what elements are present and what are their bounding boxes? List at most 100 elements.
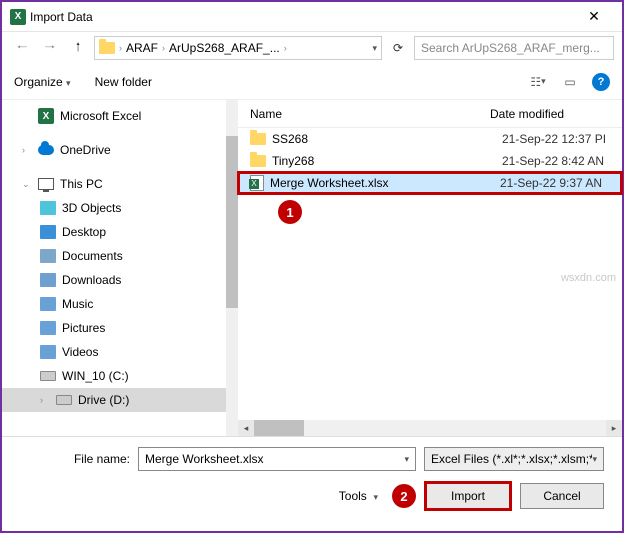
column-name[interactable]: Name	[250, 107, 490, 121]
column-date[interactable]: Date modified	[490, 107, 622, 121]
onedrive-icon	[38, 145, 54, 155]
folder-icon	[250, 133, 266, 145]
sidebar-item-pictures[interactable]: Pictures	[2, 316, 237, 340]
filename-value: Merge Worksheet.xlsx	[145, 452, 263, 466]
chevron-down-icon: ▾	[66, 78, 71, 88]
refresh-button[interactable]: ⟳	[386, 36, 410, 60]
dialog-footer: File name: Merge Worksheet.xlsx ▾ Excel …	[2, 436, 622, 526]
sidebar-item-3dobjects[interactable]: 3D Objects	[2, 196, 237, 220]
breadcrumb-seg[interactable]: ArUpS268_ARAF_...	[169, 41, 280, 55]
folder-icon	[99, 42, 115, 54]
file-filter-combo[interactable]: Excel Files (*.xl*;*.xlsx;*.xlsm;*.x ▾	[424, 447, 604, 471]
scroll-right-arrow[interactable]: ▸	[606, 420, 622, 436]
music-icon	[40, 297, 56, 311]
sidebar-item-label: Music	[62, 297, 93, 311]
sidebar-item-label: Desktop	[62, 225, 106, 239]
nav-row: 🠐 🠒 🠑 › ARAF › ArUpS268_ARAF_... › ▾ ⟳ S…	[2, 32, 622, 64]
title-bar: X Import Data ✕	[2, 2, 622, 32]
file-row-folder[interactable]: Tiny268 21-Sep-22 8:42 AN	[238, 150, 622, 172]
excel-file-icon	[250, 175, 264, 191]
search-placeholder: Search ArUpS268_ARAF_merg...	[421, 41, 600, 55]
file-date: 21-Sep-22 12:37 PI	[502, 132, 622, 146]
sidebar-item-label: Downloads	[62, 273, 121, 287]
sidebar-scroll-thumb[interactable]	[226, 136, 238, 308]
sidebar-item-label: Pictures	[62, 321, 105, 335]
sidebar-item-excel[interactable]: X Microsoft Excel	[2, 104, 237, 128]
scroll-thumb[interactable]	[254, 420, 304, 436]
help-button[interactable]: ?	[592, 73, 610, 91]
file-name: Merge Worksheet.xlsx	[270, 176, 494, 190]
sidebar-item-videos[interactable]: Videos	[2, 340, 237, 364]
drive-icon	[40, 371, 56, 381]
tools-menu[interactable]: Tools ▾	[339, 489, 378, 503]
chevron-right-icon: ›	[117, 43, 124, 53]
chevron-right-icon: ›	[160, 43, 167, 53]
pictures-icon	[40, 321, 56, 335]
organize-menu[interactable]: Organize ▾	[14, 75, 71, 89]
file-row-selected[interactable]: Merge Worksheet.xlsx 21-Sep-22 9:37 AN	[238, 172, 622, 194]
this-pc-icon	[38, 178, 54, 190]
sidebar-item-drive-d[interactable]: › Drive (D:)	[2, 388, 237, 412]
forward-button: 🠒	[38, 36, 62, 60]
file-name: Tiny268	[272, 154, 496, 168]
chevron-down-icon[interactable]: ▾	[404, 454, 409, 465]
sidebar-item-label: WIN_10 (C:)	[62, 369, 129, 383]
sidebar-item-label: 3D Objects	[62, 201, 121, 215]
folder-icon	[250, 155, 266, 167]
sidebar-item-label: OneDrive	[60, 143, 111, 157]
button-label: Cancel	[543, 489, 580, 503]
sidebar-item-documents[interactable]: Documents	[2, 244, 237, 268]
window-title: Import Data	[26, 10, 574, 24]
main-area: X Microsoft Excel › OneDrive ⌄ This PC 3…	[2, 100, 622, 436]
chevron-down-icon[interactable]: ▾	[592, 454, 597, 465]
excel-app-icon: X	[10, 9, 26, 25]
file-date: 21-Sep-22 9:37 AN	[500, 176, 622, 190]
file-row-folder[interactable]: SS268 21-Sep-22 12:37 PI	[238, 128, 622, 150]
file-pane: Name Date modified SS268 21-Sep-22 12:37…	[238, 100, 622, 436]
filter-value: Excel Files (*.xl*;*.xlsx;*.xlsm;*.x	[431, 452, 592, 466]
sidebar-item-label: Drive (D:)	[78, 393, 129, 407]
navigation-tree[interactable]: X Microsoft Excel › OneDrive ⌄ This PC 3…	[2, 100, 238, 436]
filename-label: File name:	[20, 452, 130, 466]
sidebar-item-label: Documents	[62, 249, 123, 263]
import-button[interactable]: Import	[426, 483, 510, 509]
horizontal-scrollbar[interactable]: ◂ ▸	[238, 420, 622, 436]
desktop-icon	[40, 225, 56, 239]
breadcrumb-seg[interactable]: ARAF	[126, 41, 158, 55]
sidebar-item-onedrive[interactable]: › OneDrive	[2, 138, 237, 162]
videos-icon	[40, 345, 56, 359]
back-button[interactable]: 🠐	[10, 36, 34, 60]
scroll-left-arrow[interactable]: ◂	[238, 420, 254, 436]
new-folder-button[interactable]: New folder	[95, 75, 152, 89]
sidebar-item-drive-c[interactable]: WIN_10 (C:)	[2, 364, 237, 388]
breadcrumb[interactable]: › ARAF › ArUpS268_ARAF_... › ▾	[94, 36, 382, 60]
filename-combo[interactable]: Merge Worksheet.xlsx ▾	[138, 447, 416, 471]
sidebar-item-thispc[interactable]: ⌄ This PC	[2, 172, 237, 196]
sidebar-item-downloads[interactable]: Downloads	[2, 268, 237, 292]
breadcrumb-dropdown-icon[interactable]: ▾	[372, 43, 377, 54]
sidebar-item-label: Videos	[62, 345, 98, 359]
file-date: 21-Sep-22 8:42 AN	[502, 154, 622, 168]
annotation-callout-1: 1	[278, 200, 302, 224]
chevron-down-icon: ▾	[373, 492, 378, 502]
column-headers: Name Date modified	[238, 100, 622, 128]
preview-pane-button[interactable]: ▭	[560, 72, 580, 92]
scroll-track[interactable]	[254, 420, 606, 436]
button-label: Import	[451, 489, 485, 503]
annotation-callout-2: 2	[392, 484, 416, 508]
documents-icon	[40, 249, 56, 263]
downloads-icon	[40, 273, 56, 287]
cancel-button[interactable]: Cancel	[520, 483, 604, 509]
drive-icon	[56, 395, 72, 405]
sidebar-item-desktop[interactable]: Desktop	[2, 220, 237, 244]
search-input[interactable]: Search ArUpS268_ARAF_merg...	[414, 36, 614, 60]
close-button[interactable]: ✕	[574, 8, 614, 25]
sidebar-item-label: This PC	[60, 177, 103, 191]
sidebar-item-music[interactable]: Music	[2, 292, 237, 316]
excel-app-icon: X	[38, 108, 54, 124]
toolbar: Organize ▾ New folder ☷ ▾ ▭ ?	[2, 64, 622, 100]
sidebar-item-label: Microsoft Excel	[60, 109, 141, 123]
up-button[interactable]: 🠑	[66, 36, 90, 60]
view-options-button[interactable]: ☷ ▾	[528, 72, 548, 92]
watermark: wsxdn.com	[561, 272, 616, 284]
